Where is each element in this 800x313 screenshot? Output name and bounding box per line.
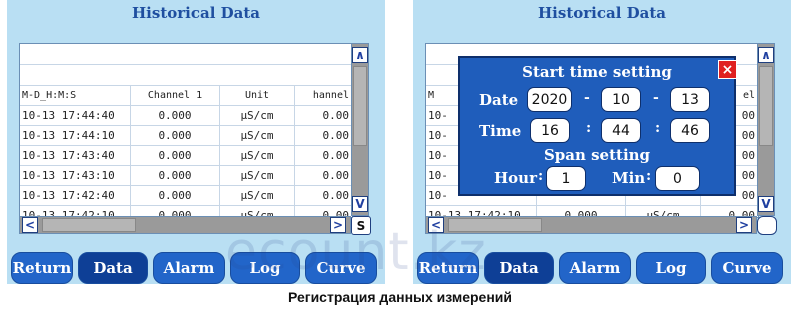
cell-unit: μS/cm xyxy=(220,106,295,125)
month-field[interactable]: 10 xyxy=(601,87,641,112)
date-separator: - xyxy=(653,90,659,106)
image-caption: Регистрация данных измерений xyxy=(287,289,513,305)
vertical-scroll-thumb[interactable] xyxy=(353,66,367,146)
cell-unit: μS/cm xyxy=(220,146,295,165)
vertical-scrollbar[interactable]: ∧ V xyxy=(757,43,775,216)
cell-time: 10-13 17:44:10 xyxy=(20,126,131,145)
watermark-text: ecount.kz xyxy=(225,222,487,282)
table-row[interactable]: 10-13 17:43:10 0.000 μS/cm 0.00 xyxy=(20,166,352,186)
span-min-field[interactable]: 0 xyxy=(655,166,700,191)
cell-unit: μS/cm xyxy=(220,126,295,145)
span-setting-title: Span setting xyxy=(543,146,651,164)
start-time-dialog: Start time setting × Date 2020 - 10 - 13… xyxy=(458,56,737,196)
screen-title: Historical Data xyxy=(132,4,260,22)
span-hour-field[interactable]: 1 xyxy=(546,166,586,191)
time-label: Time xyxy=(479,122,522,140)
table-row[interactable]: 10-13 17:44:10 0.000 μS/cm 0.00 xyxy=(20,126,352,146)
column-header-channel-1: Channel 1 xyxy=(131,86,220,105)
year-field[interactable]: 2020 xyxy=(527,87,572,112)
cell-unit: μS/cm xyxy=(220,186,295,205)
table-blank-row xyxy=(20,44,352,65)
dialog-title: Start time setting xyxy=(522,63,672,81)
scroll-left-button[interactable]: < xyxy=(22,217,38,233)
blank-round-button[interactable] xyxy=(757,216,777,235)
cell-channel-2: 0.00 xyxy=(322,169,350,182)
table-blank-row xyxy=(20,65,352,86)
data-button[interactable]: Data xyxy=(78,252,148,284)
close-icon[interactable]: × xyxy=(718,60,737,79)
cell-channel-2: 0.00 xyxy=(322,109,350,122)
column-header-time: M-D_H:M:S xyxy=(20,86,131,105)
horizontal-scroll-thumb[interactable] xyxy=(42,218,136,232)
minute-field[interactable]: 44 xyxy=(601,118,641,143)
span-hour-separator: : xyxy=(538,168,544,184)
table-row[interactable]: 10-13 17:42:40 0.000 μS/cm 0.00 xyxy=(20,186,352,206)
table-header-row: M-D_H:M:S Channel 1 Unit hannel xyxy=(20,86,352,106)
column-header-channel-2: hannel xyxy=(312,90,349,101)
vertical-scroll-thumb[interactable] xyxy=(759,66,773,146)
scroll-up-button[interactable]: ∧ xyxy=(352,47,368,63)
cell-channel-2: 0.00 xyxy=(322,149,350,162)
time-separator: : xyxy=(655,120,661,136)
scroll-down-button[interactable]: V xyxy=(352,196,368,212)
cell-time: 10-13 17:43:40 xyxy=(20,146,131,165)
span-min-label: Min xyxy=(612,169,646,187)
cell-channel-2: 0.00 xyxy=(322,129,350,142)
hour-field[interactable]: 16 xyxy=(530,118,570,143)
alarm-button[interactable]: Alarm xyxy=(559,252,631,284)
second-field[interactable]: 46 xyxy=(670,118,710,143)
day-field[interactable]: 13 xyxy=(670,87,710,112)
cell-channel-1: 0.000 xyxy=(131,126,220,145)
span-hour-label: Hour xyxy=(494,169,537,187)
curve-button[interactable]: Curve xyxy=(711,252,783,284)
cell-time: 10-13 17:43:10 xyxy=(20,166,131,185)
scroll-right-button[interactable]: > xyxy=(736,217,752,233)
cell-channel-2: 0.00 xyxy=(322,189,350,202)
data-table: M-D_H:M:S Channel 1 Unit hannel 10-13 17… xyxy=(19,43,353,218)
cell-unit: μS/cm xyxy=(220,166,295,185)
table-row[interactable]: 10-13 17:44:40 0.000 μS/cm 0.00 xyxy=(20,106,352,126)
cell-channel-1: 0.000 xyxy=(131,106,220,125)
screen-title: Historical Data xyxy=(538,4,666,22)
log-button[interactable]: Log xyxy=(636,252,706,284)
cell-channel-1: 0.000 xyxy=(131,166,220,185)
scroll-down-button[interactable]: V xyxy=(758,196,774,212)
cell-channel-1: 0.000 xyxy=(131,186,220,205)
cell-time: 10-13 17:42:40 xyxy=(20,186,131,205)
cell-time: 10-13 17:44:40 xyxy=(20,106,131,125)
cell-channel-1: 0.000 xyxy=(131,146,220,165)
span-min-separator: : xyxy=(646,168,652,184)
scroll-up-button[interactable]: ∧ xyxy=(758,47,774,63)
vertical-scrollbar[interactable]: ∧ V xyxy=(351,43,369,216)
date-label: Date xyxy=(479,91,519,109)
alarm-button[interactable]: Alarm xyxy=(153,252,225,284)
table-row[interactable]: 10-13 17:43:40 0.000 μS/cm 0.00 xyxy=(20,146,352,166)
return-button[interactable]: Return xyxy=(11,252,73,284)
data-button[interactable]: Data xyxy=(484,252,554,284)
date-separator: - xyxy=(584,90,590,106)
column-header-unit: Unit xyxy=(220,86,295,105)
time-separator: : xyxy=(586,120,592,136)
